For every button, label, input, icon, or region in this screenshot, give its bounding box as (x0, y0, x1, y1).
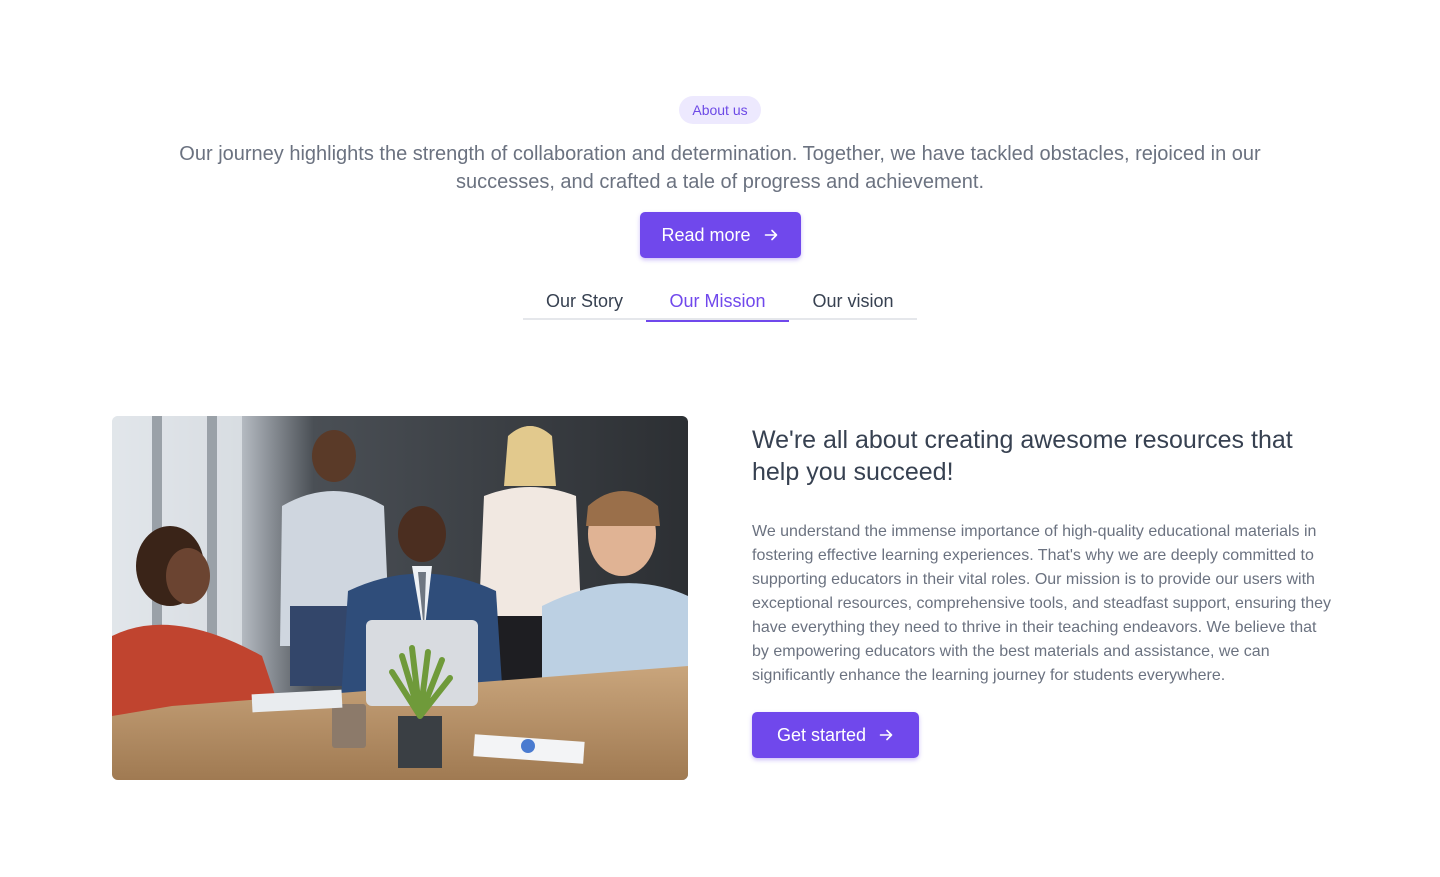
tab-our-vision[interactable]: Our vision (789, 286, 917, 320)
about-tabs: Our Story Our Mission Our vision (523, 286, 917, 322)
mission-body: We understand the immense importance of … (752, 523, 1331, 684)
team-meeting-photo (112, 416, 688, 780)
tab-our-story[interactable]: Our Story (523, 286, 646, 320)
read-more-label: Read more (661, 224, 751, 245)
about-hero: About us Our journey highlights the stre… (0, 96, 1440, 258)
intro-text: Our journey highlights the strength of c… (179, 143, 1261, 193)
arrow-right-icon (879, 729, 893, 741)
arrow-right-icon (764, 229, 777, 241)
mission-content: We're all about creating awesome resourc… (752, 424, 1332, 758)
get-started-button[interactable]: Get started (752, 712, 919, 758)
about-section: About us Our journey highlights the stre… (0, 0, 1440, 877)
about-us-badge: About us (679, 96, 761, 124)
get-started-label: Get started (776, 724, 867, 745)
mission-heading: We're all about creating awesome resourc… (752, 426, 1293, 486)
tab-our-mission[interactable]: Our Mission (646, 286, 789, 322)
read-more-button[interactable]: Read more (639, 212, 801, 258)
